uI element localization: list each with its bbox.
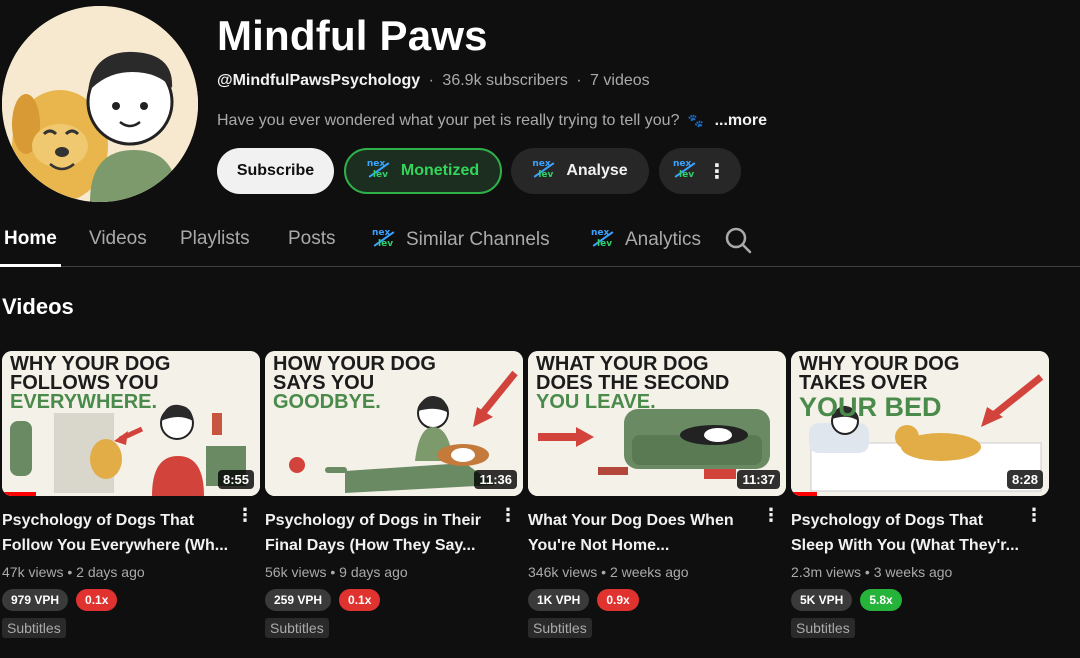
vph-badge: 259 VPH: [265, 589, 332, 611]
video-thumbnail[interactable]: WHY YOUR DOG TAKES OVER YOUR BED 8:28: [791, 351, 1049, 496]
video-badges: 259 VPH 0.1x: [265, 589, 523, 611]
video-meta: 47k views • 2 days ago: [2, 564, 145, 580]
video-card[interactable]: WHAT YOUR DOG DOES THE SECOND YOU LEAVE.…: [528, 351, 786, 638]
video-thumbnail[interactable]: HOW YOUR DOG SAYS YOU GOODBYE. 11:36: [265, 351, 523, 496]
kebab-menu-icon[interactable]: ⋮: [499, 505, 517, 526]
vph-badge: 1K VPH: [528, 589, 590, 611]
upload-age: 9 days ago: [339, 564, 408, 580]
tab-similar-channels-label: Similar Channels: [406, 229, 550, 250]
video-meta: 56k views • 9 days ago: [265, 564, 408, 580]
channel-meta: @MindfulPawsPsychology · 36.9k subscribe…: [217, 72, 650, 90]
section-title: Videos: [2, 294, 74, 319]
vph-badge: 979 VPH: [2, 589, 69, 611]
subtitles-tag: Subtitles: [2, 618, 66, 638]
channel-avatar[interactable]: [2, 6, 198, 202]
video-duration: 8:28: [1006, 470, 1043, 489]
subtitles-tag: Subtitles: [528, 618, 592, 638]
video-title[interactable]: Psychology of Dogs That Sleep With You (…: [791, 508, 1021, 558]
ratio-badge: 0.1x: [339, 589, 381, 611]
monetized-button[interactable]: nex lev Monetized: [344, 148, 502, 194]
upload-age: 3 weeks ago: [873, 564, 953, 580]
upload-age: 2 weeks ago: [609, 564, 689, 580]
paw-icon: 🐾: [687, 113, 705, 128]
video-card[interactable]: WHY YOUR DOG TAKES OVER YOUR BED 8:28 Ps…: [791, 351, 1049, 638]
analyse-button[interactable]: nex lev Analyse: [511, 148, 649, 194]
video-card[interactable]: WHY YOUR DOG FOLLOWS YOU EVERYWHERE. 8:5…: [2, 351, 260, 638]
nexlev-more-button[interactable]: nex lev ⋮: [659, 148, 741, 194]
meta-separator: ·: [428, 72, 434, 89]
analyse-label: Analyse: [566, 162, 628, 179]
video-meta: 346k views • 2 weeks ago: [528, 564, 689, 580]
video-card[interactable]: HOW YOUR DOG SAYS YOU GOODBYE. 11:36 Psy…: [265, 351, 523, 638]
ratio-badge: 5.8x: [860, 589, 902, 611]
search-icon[interactable]: [724, 226, 752, 254]
nexlev-logo-icon: nex lev: [673, 159, 696, 180]
tab-analytics-label: Analytics: [625, 229, 702, 250]
video-meta: 2.3m views • 3 weeks ago: [791, 564, 953, 580]
view-count: 2.3m views: [791, 564, 862, 580]
avatar-illustration: [2, 6, 198, 202]
description-text: Have you ever wondered what your pet is …: [217, 112, 680, 129]
thumbnail-text: WHY YOUR DOG TAKES OVER YOUR BED: [799, 353, 960, 422]
view-count: 56k views: [265, 564, 327, 580]
upload-age: 2 days ago: [76, 564, 145, 580]
subscriber-count: 36.9k subscribers: [442, 72, 568, 89]
vph-badge: 5K VPH: [791, 589, 853, 611]
kebab-menu-icon[interactable]: ⋮: [1025, 505, 1043, 526]
thumbnail-text: WHY YOUR DOG FOLLOWS YOU EVERYWHERE.: [10, 353, 171, 413]
nexlev-logo-icon: nex lev: [366, 159, 390, 180]
tab-home[interactable]: Home: [4, 228, 57, 250]
description-more-link[interactable]: ...more: [715, 112, 767, 129]
video-duration: 8:55: [217, 470, 254, 489]
video-badges: 5K VPH 5.8x: [791, 589, 1049, 611]
channel-tabs: Home Videos Playlists Posts nex lev Simil…: [0, 222, 1080, 267]
channel-description[interactable]: Have you ever wondered what your pet is …: [217, 112, 767, 130]
video-badges: 979 VPH 0.1x: [2, 589, 260, 611]
ratio-badge: 0.1x: [76, 589, 118, 611]
tab-analytics[interactable]: nex lev Analytics: [591, 228, 701, 252]
subscribe-button[interactable]: Subscribe: [217, 148, 334, 194]
video-duration: 11:36: [474, 470, 517, 489]
subtitles-tag: Subtitles: [265, 618, 329, 638]
view-count: 47k views: [2, 564, 64, 580]
video-duration: 11:37: [737, 470, 780, 489]
channel-name: Mindful Paws: [217, 12, 488, 59]
video-thumbnail[interactable]: WHY YOUR DOG FOLLOWS YOU EVERYWHERE. 8:5…: [2, 351, 260, 496]
channel-handle[interactable]: @MindfulPawsPsychology: [217, 72, 420, 89]
tab-similar-channels[interactable]: nex lev Similar Channels: [372, 228, 550, 252]
subtitles-tag: Subtitles: [791, 618, 855, 638]
tab-posts[interactable]: Posts: [288, 228, 336, 250]
ratio-badge: 0.9x: [597, 589, 639, 611]
video-title[interactable]: Psychology of Dogs That Follow You Every…: [2, 508, 232, 558]
view-count: 346k views: [528, 564, 598, 580]
kebab-menu-icon[interactable]: ⋮: [762, 505, 780, 526]
video-thumbnail[interactable]: WHAT YOUR DOG DOES THE SECOND YOU LEAVE.…: [528, 351, 786, 496]
video-title[interactable]: Psychology of Dogs in Their Final Days (…: [265, 508, 495, 558]
tab-videos[interactable]: Videos: [89, 228, 147, 250]
video-count: 7 videos: [590, 72, 650, 89]
video-title[interactable]: What Your Dog Does When You're Not Home.…: [528, 508, 758, 558]
nexlev-logo-icon: nex lev: [372, 228, 395, 249]
nexlev-logo-icon: nex lev: [591, 228, 614, 249]
nexlev-logo-icon: nex lev: [532, 159, 555, 180]
watch-progress-bar: [791, 492, 817, 496]
video-badges: 1K VPH 0.9x: [528, 589, 786, 611]
watch-progress-bar: [2, 492, 36, 496]
active-tab-indicator: [0, 264, 61, 267]
tab-playlists[interactable]: Playlists: [180, 228, 250, 250]
kebab-menu-icon: ⋮: [707, 160, 727, 183]
meta-separator: ·: [576, 72, 582, 89]
thumbnail-text: HOW YOUR DOG SAYS YOU GOODBYE.: [273, 353, 436, 413]
monetized-label: Monetized: [400, 162, 480, 179]
thumbnail-text: WHAT YOUR DOG DOES THE SECOND YOU LEAVE.: [536, 353, 730, 413]
kebab-menu-icon[interactable]: ⋮: [236, 505, 254, 526]
